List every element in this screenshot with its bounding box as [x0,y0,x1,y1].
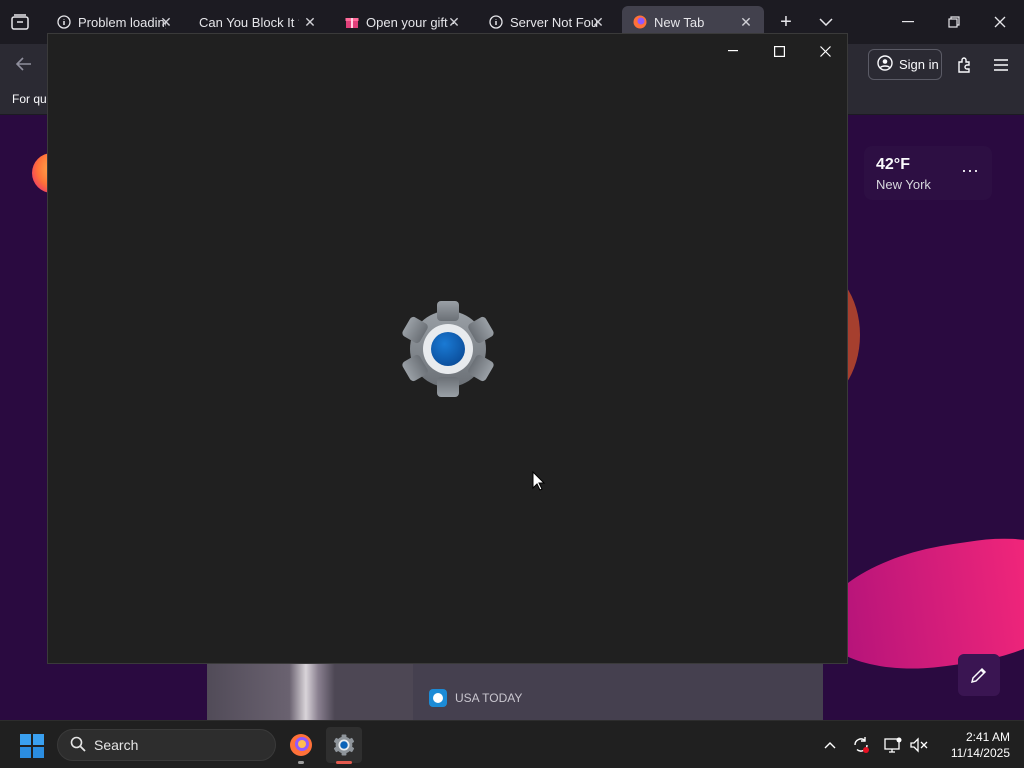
sign-in-label: Sign in [899,57,939,72]
firefox-icon [290,734,312,756]
extensions-button[interactable] [954,54,976,76]
account-icon [877,55,893,74]
weather-city: New York [876,177,931,192]
tab-label: New Tab [654,14,705,30]
windows-start-icon[interactable] [20,734,44,758]
restore-icon [948,16,960,28]
weather-widget[interactable]: 42°F New York ··· [864,146,992,200]
firefox-view-icon [11,14,29,30]
list-all-tabs-button[interactable] [814,10,838,34]
story-source-label: USA TODAY [455,691,523,705]
weather-temperature: 42°F [876,156,910,173]
more-options-button[interactable]: ··· [958,160,982,184]
close-icon[interactable]: ✕ [446,14,462,30]
bookmarks-text: For qui [12,92,50,106]
customize-button[interactable] [958,654,1000,696]
gift-icon [344,14,360,30]
taskbar: Search 2:41 AM 11/14/2025 [0,720,1024,768]
maximize-button[interactable] [764,40,794,62]
minimize-button[interactable] [718,40,748,62]
settings-splash-window [47,33,848,664]
search-placeholder: Search [94,737,139,753]
monitor-icon [884,737,902,753]
new-tab-button[interactable]: + [774,10,798,34]
clock-date: 11/14/2025 [950,746,1010,760]
pencil-icon [970,667,987,684]
story-card[interactable]: USA TODAY [207,663,823,720]
story-source: USA TODAY [429,689,522,707]
taskbar-search-box[interactable]: Search [57,729,276,761]
close-icon [819,45,831,57]
taskbar-settings[interactable] [326,727,362,764]
settings-gear-icon [402,301,494,397]
close-icon[interactable]: ✕ [738,14,754,30]
chevron-down-icon [819,18,833,26]
tray-volume-button[interactable] [909,735,929,755]
close-icon[interactable]: ✕ [158,14,174,30]
tray-display-button[interactable] [883,735,903,755]
tab-label: Open your gift - [366,14,454,30]
active-indicator [336,761,352,764]
story-thumbnail [207,663,413,720]
tab-label: Problem loading [78,14,166,30]
minimize-button[interactable] [894,8,922,36]
close-icon[interactable]: ✕ [590,14,606,30]
hamburger-icon [994,59,1008,71]
tray-update-button[interactable] [851,735,871,755]
minimize-icon [728,50,738,52]
back-arrow-icon [16,57,31,71]
close-window-button[interactable] [810,40,840,62]
sync-icon [854,737,869,753]
minimize-icon [902,21,914,23]
volume-muted-icon [910,737,928,753]
firefox-view-button[interactable] [8,10,32,34]
running-indicator [298,761,304,764]
info-icon [488,14,504,30]
search-icon [70,736,86,755]
close-window-button[interactable] [986,8,1014,36]
firefox-icon [632,14,648,30]
taskbar-clock[interactable]: 2:41 AM 11/14/2025 [938,729,1010,761]
sign-in-button[interactable]: Sign in [868,49,942,80]
maximize-icon [773,45,785,57]
usa-today-icon [429,689,447,707]
close-icon [994,16,1006,28]
tab-label: Server Not Foun [510,14,598,30]
back-button[interactable] [12,52,36,76]
info-icon [56,14,72,30]
mouse-cursor-icon [532,471,546,491]
close-icon[interactable]: ✕ [302,14,318,30]
puzzle-icon [958,57,970,73]
show-hidden-icons-button[interactable] [820,735,840,755]
app-menu-button[interactable] [990,54,1012,76]
settings-gear-icon [333,734,355,756]
restore-button[interactable] [940,8,968,36]
clock-time: 2:41 AM [965,730,1010,744]
tab-label: Can You Block It ? [199,14,299,30]
taskbar-firefox[interactable] [283,727,319,764]
chevron-up-icon [824,742,836,749]
